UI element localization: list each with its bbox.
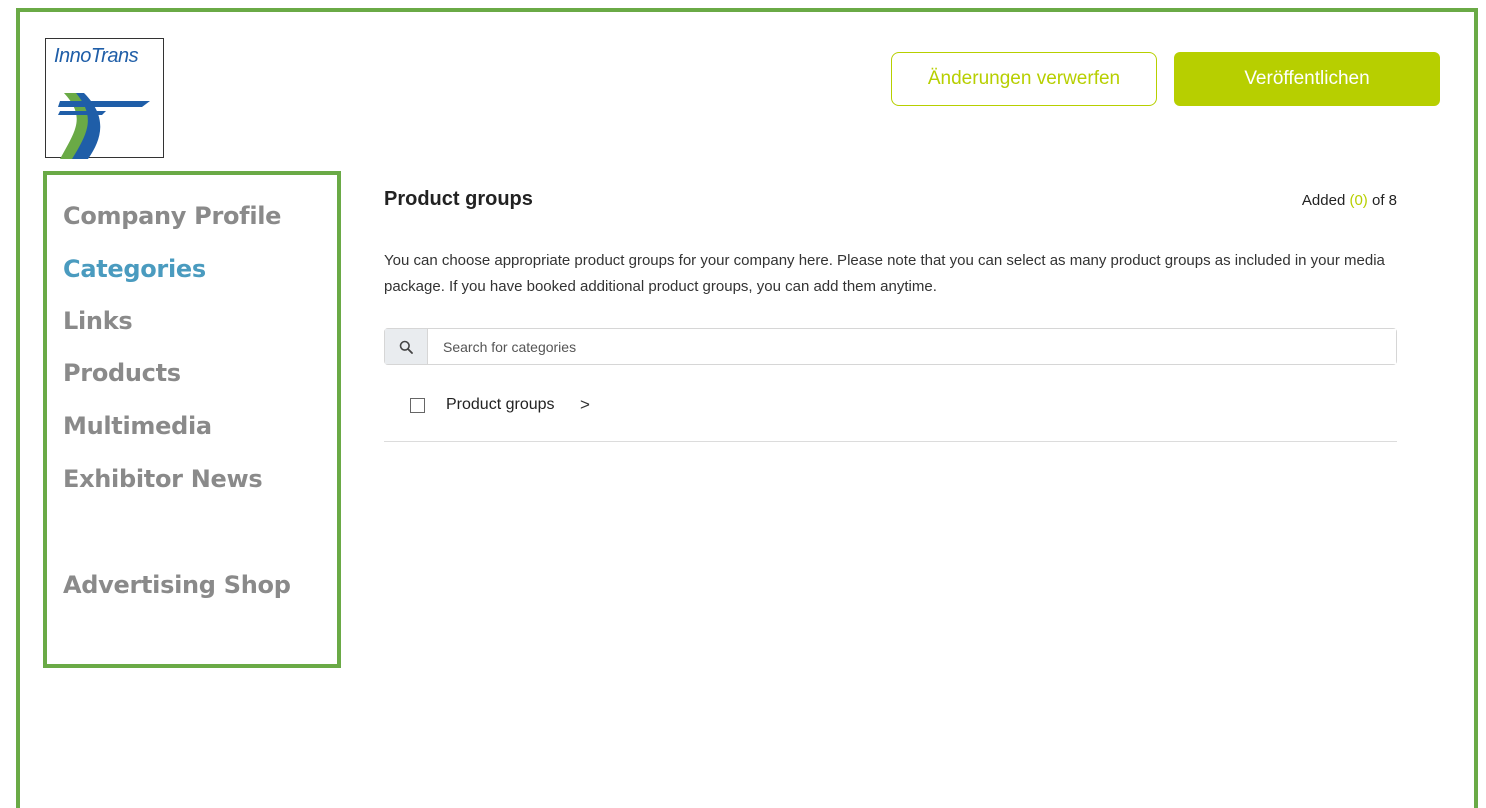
sidebar-item-advertising-shop[interactable]: Advertising Shop [63,571,291,599]
discard-changes-button[interactable]: Änderungen verwerfen [891,52,1157,106]
product-groups-checkbox[interactable] [410,398,425,413]
sidebar-item-categories[interactable]: Categories [63,255,206,283]
search-icon [399,340,413,354]
counter-count: (0) [1349,192,1368,209]
sidebar-item-company-profile[interactable]: Company Profile [63,202,281,230]
added-counter: Added (0) of 8 [1230,192,1397,209]
logo-track-icon [58,93,150,159]
chevron-right-icon[interactable]: > [580,395,590,415]
sidebar-item-exhibitor-news[interactable]: Exhibitor News [63,465,263,493]
search-bar [384,328,1397,365]
logo-text: InnoTrans [54,45,139,67]
sidebar-nav: Company Profile Categories Links Product… [43,171,341,668]
sidebar-item-multimedia[interactable]: Multimedia [63,412,212,440]
innotrans-logo[interactable]: InnoTrans [45,38,164,159]
search-input[interactable] [428,329,1396,364]
description-text: You can choose appropriate product group… [384,252,1385,295]
publish-button[interactable]: Veröffentlichen [1174,52,1440,106]
page-title: Product groups [384,188,533,210]
sidebar-item-products[interactable]: Products [63,359,181,387]
counter-suffix: of 8 [1367,192,1397,209]
search-button[interactable] [385,329,428,364]
sidebar-item-links[interactable]: Links [63,307,133,335]
list-item: Product groups > [384,388,1397,442]
counter-prefix: Added [1301,192,1350,209]
product-groups-label[interactable]: Product groups [446,396,555,414]
